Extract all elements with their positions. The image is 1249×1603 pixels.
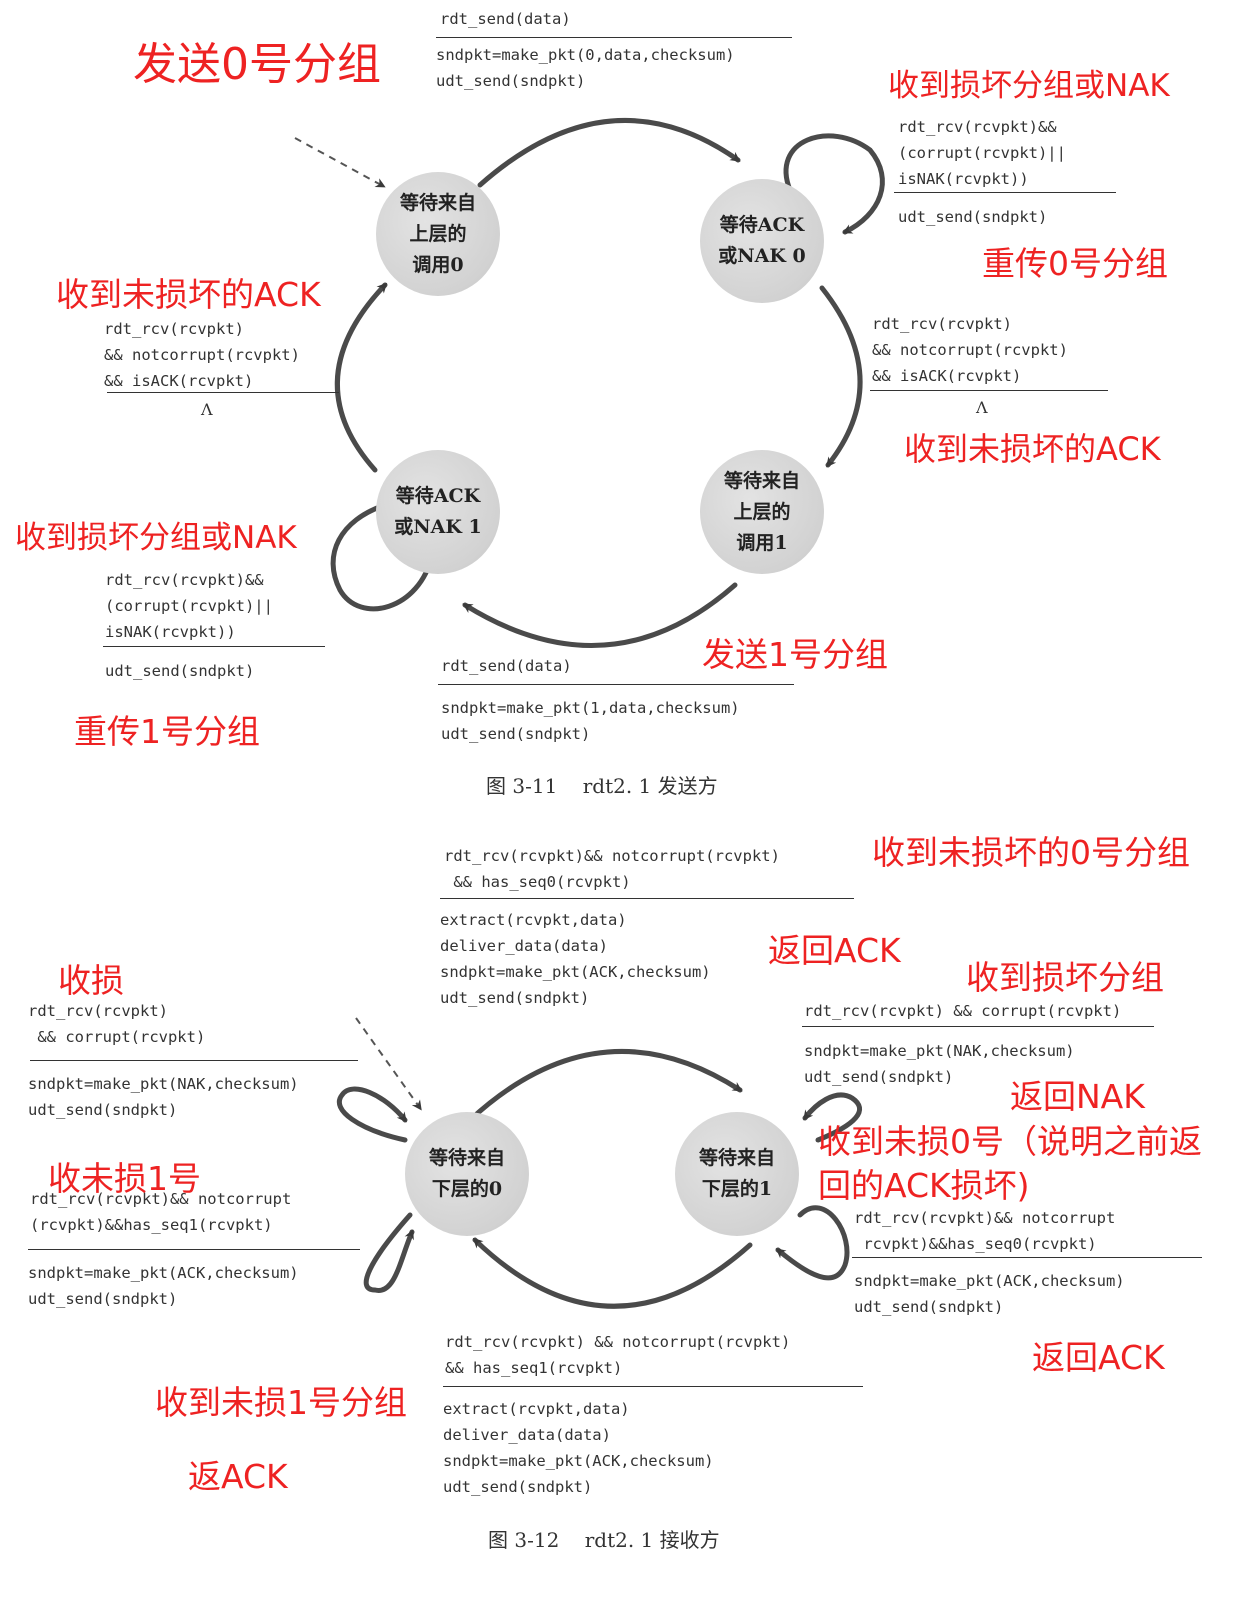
caption-sender: 图 3-11 rdt2. 1 发送方 <box>486 774 718 798</box>
divider-rx-left-corrupt <box>30 1060 358 1061</box>
arrow-rx-left-bottom-loop <box>363 1212 415 1293</box>
divider-rx-bottom <box>443 1386 863 1387</box>
note-rx-top-right: 收到未损坏的0号分组 <box>872 833 1190 872</box>
arrow-send1 <box>462 582 738 648</box>
note-rx-right-seq0: 收到未损0号（说明之前返 回的ACK损坏) <box>818 1122 1202 1205</box>
note-rx-return-ack-top: 返回ACK <box>768 931 901 970</box>
arrow-send0 <box>477 117 741 188</box>
arrow-rx-top <box>467 1048 743 1123</box>
label-ack0-lambda: Λ <box>976 398 988 417</box>
label-rx-right-seq0-actions: sndpkt=make_pkt(ACK,checksum) udt_send(s… <box>854 1272 1125 1316</box>
label-ack0-event: rdt_rcv(rcvpkt) && notcorrupt(rcvpkt) &&… <box>872 315 1068 385</box>
divider-resend0 <box>894 192 1116 193</box>
state-wait-ack-nak-0: 等待ACK 或NAK 0 <box>700 179 824 303</box>
label-ack1-lambda: Λ <box>201 400 213 419</box>
divider-send1 <box>438 684 794 685</box>
arrow-rx-left-top-loop <box>336 1086 408 1143</box>
note-send1: 发送1号分组 <box>702 635 888 674</box>
initial-arrow-sender <box>294 137 386 188</box>
label-resend1-actions: udt_send(sndpkt) <box>105 662 255 680</box>
note-rx-return-ack-right: 返回ACK <box>1032 1338 1165 1377</box>
divider-ack1 <box>107 392 339 393</box>
note-rx-right-corrupt: 收到损坏分组 <box>966 958 1164 997</box>
note-ack-right: 收到未损坏的ACK <box>904 430 1161 468</box>
note-resend0: 重传0号分组 <box>982 244 1168 283</box>
state-wait-call-1: 等待来自 上层的 调用1 <box>700 450 824 574</box>
label-rx-top-event: rdt_rcv(rcvpkt)&& notcorrupt(rcvpkt) && … <box>444 847 780 891</box>
arrow-rx-right-bottom-loop <box>775 1205 850 1281</box>
initial-arrow-receiver <box>355 1017 422 1111</box>
label-send0-event: rdt_send(data) <box>440 10 571 28</box>
divider-rx-right-seq0 <box>852 1257 1202 1258</box>
state-wait-below-0: 等待来自 下层的0 <box>405 1112 529 1236</box>
label-rx-right-corrupt-event: rdt_rcv(rcvpkt) && corrupt(rcvpkt) <box>804 1002 1122 1020</box>
state-wait-call-0: 等待来自 上层的 调用0 <box>376 172 500 296</box>
label-send1-event: rdt_send(data) <box>441 657 572 675</box>
caption-receiver: 图 3-12 rdt2. 1 接收方 <box>488 1528 720 1552</box>
label-rx-bottom-event: rdt_rcv(rcvpkt) && notcorrupt(rcvpkt) &&… <box>445 1333 791 1377</box>
divider-rx-right-corrupt <box>802 1026 1154 1027</box>
label-ack1-event: rdt_rcv(rcvpkt) && notcorrupt(rcvpkt) &&… <box>104 320 300 390</box>
note-rx-return-ack-bottom: 返ACK <box>188 1457 288 1496</box>
arrow-ack0 <box>819 285 863 468</box>
note-ack-left: 收到未损坏的ACK <box>56 275 321 314</box>
state-wait-below-1: 等待来自 下层的1 <box>675 1112 799 1236</box>
label-resend0-actions: udt_send(sndpkt) <box>898 208 1048 226</box>
label-rx-bottom-actions: extract(rcvpkt,data) deliver_data(data) … <box>443 1400 714 1496</box>
note-corrupt-nak-left: 收到损坏分组或NAK <box>15 520 297 556</box>
note-resend1: 重传1号分组 <box>74 712 260 751</box>
note-send0: 发送0号分组 <box>133 39 381 90</box>
label-rx-left-corrupt-actions: sndpkt=make_pkt(NAK,checksum) udt_send(s… <box>28 1075 299 1119</box>
note-rx-left-corrupt: 收损 <box>58 961 124 1000</box>
label-send1-actions: sndpkt=make_pkt(1,data,checksum) udt_sen… <box>441 699 740 743</box>
divider-ack0 <box>870 390 1108 391</box>
label-send0-actions: sndpkt=make_pkt(0,data,checksum) udt_sen… <box>436 46 735 90</box>
label-resend1-event: rdt_rcv(rcvpkt)&& (corrupt(rcvpkt)|| isN… <box>105 571 273 641</box>
note-rx-left-seq1: 收未损1号 <box>48 1159 201 1198</box>
label-rx-right-seq0-event: rdt_rcv(rcvpkt)&& notcorrupt rcvpkt)&&ha… <box>854 1209 1116 1253</box>
divider-resend1 <box>103 646 325 647</box>
divider-rx-top <box>440 898 854 899</box>
label-rx-left-seq1-actions: sndpkt=make_pkt(ACK,checksum) udt_send(s… <box>28 1264 299 1308</box>
arrow-rx-bottom <box>472 1237 753 1309</box>
note-rx-return-nak: 返回NAK <box>1010 1077 1145 1116</box>
note-corrupt-nak-top: 收到损坏分组或NAK <box>888 68 1170 104</box>
label-rx-left-corrupt-event: rdt_rcv(rcvpkt) && corrupt(rcvpkt) <box>28 1002 206 1046</box>
label-rx-top-actions: extract(rcvpkt,data) deliver_data(data) … <box>440 911 711 1007</box>
note-rx-bottom-left: 收到未损1号分组 <box>155 1383 407 1422</box>
divider-send0 <box>436 37 792 38</box>
arrow-ack1 <box>335 282 388 473</box>
state-wait-ack-nak-1: 等待ACK 或NAK 1 <box>376 450 500 574</box>
divider-rx-left-seq1 <box>28 1249 360 1250</box>
label-resend0-event: rdt_rcv(rcvpkt)&& (corrupt(rcvpkt)|| isN… <box>898 118 1066 188</box>
